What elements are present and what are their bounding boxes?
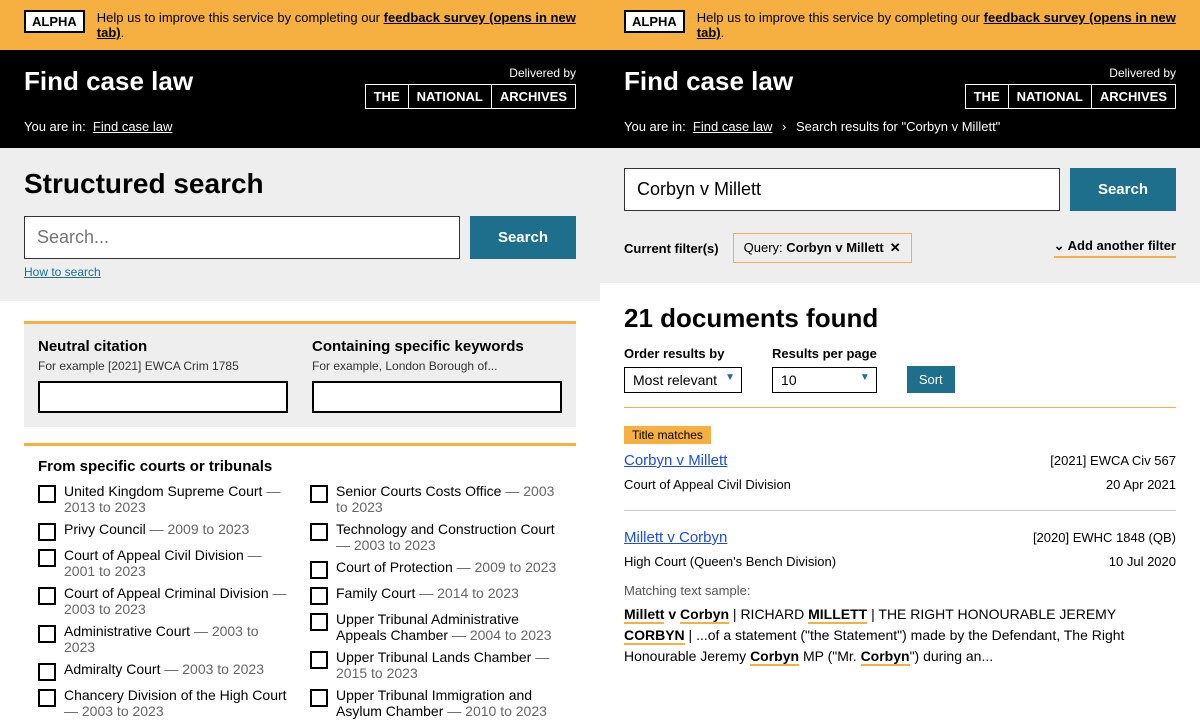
header: Find case law Delivered by THE NATIONAL … [0,50,600,148]
alpha-banner: ALPHA Help us to improve this service by… [600,0,1200,50]
checkbox[interactable] [310,587,328,605]
search-result: Title matches Corbyn v Millett [2021] EW… [624,408,1176,511]
delivered-by: Delivered by [365,66,576,80]
breadcrumb: You are in: Find case law [24,119,576,134]
neutral-citation-input[interactable] [38,381,288,413]
breadcrumb-home[interactable]: Find case law [693,119,772,134]
court-item[interactable]: Upper Tribunal Immigration and Asylum Ch… [310,687,562,719]
search-button[interactable]: Search [1070,168,1176,211]
checkbox[interactable] [310,485,328,503]
alpha-tag: ALPHA [24,10,85,33]
checkbox[interactable] [310,561,328,579]
checkbox[interactable] [38,625,56,643]
result-date: 10 Jul 2020 [1109,554,1176,569]
filter-block: Neutral citation For example [2021] EWCA… [24,321,576,427]
breadcrumb-home[interactable]: Find case law [93,119,172,134]
checkbox[interactable] [310,523,328,541]
result-title-link[interactable]: Corbyn v Millett [624,452,727,469]
checkbox[interactable] [38,587,56,605]
court-item[interactable]: Administrative Court — 2003 to 2023 [38,623,290,655]
courts-heading: From specific courts or tribunals [38,458,562,475]
sort-button[interactable]: Sort [907,366,955,393]
checkbox[interactable] [310,651,328,669]
court-item[interactable]: United Kingdom Supreme Court — 2013 to 2… [38,483,290,515]
search-input[interactable] [624,168,1060,211]
result-date: 20 Apr 2021 [1106,477,1176,492]
delivered-by: Delivered by [965,66,1176,80]
alpha-banner: ALPHA Help us to improve this service by… [0,0,600,50]
keywords-label: Containing specific keywords [312,338,562,355]
court-item[interactable]: Admiralty Court — 2003 to 2023 [38,661,290,681]
court-item[interactable]: Technology and Construction Court — 2003… [310,521,562,553]
search-input[interactable] [24,216,460,259]
results-per-page-select[interactable]: 10 [772,367,877,393]
courts-block: From specific courts or tribunals United… [24,443,576,725]
court-item[interactable]: Court of Protection — 2009 to 2023 [310,559,562,579]
filter-chip[interactable]: Query: Corbyn v Millett✕ [733,233,912,263]
court-item[interactable]: Privy Council — 2009 to 2023 [38,521,290,541]
tna-logo: THE NATIONAL ARCHIVES [965,84,1176,109]
close-icon[interactable]: ✕ [890,240,901,255]
breadcrumb: You are in: Find case law › Search resul… [624,119,1176,134]
chevron-down-icon: ⌄ [1054,238,1068,253]
alpha-text: Help us to improve this service by compl… [97,10,576,40]
result-court: Court of Appeal Civil Division [624,477,791,492]
results-heading: 21 documents found [624,303,1176,334]
checkbox[interactable] [310,689,328,707]
current-filters-label: Current filter(s) [624,241,719,256]
snippet-label: Matching text sample: [624,583,1176,598]
add-filter-button[interactable]: ⌄ Add another filter [1054,238,1176,258]
chevron-right-icon: › [782,119,786,134]
header: Find case law Delivered by THE NATIONAL … [600,50,1200,148]
result-citation: [2020] EWHC 1848 (QB) [1033,530,1176,545]
court-item[interactable]: Court of Appeal Criminal Division — 2003… [38,585,290,617]
court-item[interactable]: Family Court — 2014 to 2023 [310,585,562,605]
checkbox[interactable] [38,689,56,707]
alpha-tag: ALPHA [624,10,685,33]
checkbox[interactable] [310,613,328,631]
site-title: Find case law [24,66,193,97]
site-title: Find case law [624,66,793,97]
court-item[interactable]: Upper Tribunal Lands Chamber — 2015 to 2… [310,649,562,681]
result-court: High Court (Queen's Bench Division) [624,554,836,569]
keywords-input[interactable] [312,381,562,413]
court-item[interactable]: Court of Appeal Civil Division — 2001 to… [38,547,290,579]
result-title-link[interactable]: Millett v Corbyn [624,529,727,546]
search-result: Millett v Corbyn [2020] EWHC 1848 (QB) H… [624,511,1176,685]
title-matches-badge: Title matches [624,426,711,444]
order-by-label: Order results by [624,346,742,361]
court-item[interactable]: Upper Tribunal Administrative Appeals Ch… [310,611,562,643]
snippet: Millett v Corbyn | RICHARD MILLETT | THE… [624,604,1176,667]
neutral-citation-label: Neutral citation [38,338,288,355]
results-per-page-label: Results per page [772,346,877,361]
page-title: Structured search [24,168,576,200]
alpha-text: Help us to improve this service by compl… [697,10,1176,40]
tna-logo: THE NATIONAL ARCHIVES [365,84,576,109]
court-item[interactable]: Chancery Division of the High Court — 20… [38,687,290,719]
court-item[interactable]: Senior Courts Costs Office — 2003 to 202… [310,483,562,515]
search-button[interactable]: Search [470,216,576,259]
result-citation: [2021] EWCA Civ 567 [1050,453,1176,468]
checkbox[interactable] [38,485,56,503]
checkbox[interactable] [38,523,56,541]
checkbox[interactable] [38,663,56,681]
order-by-select[interactable]: Most relevant [624,367,742,393]
breadcrumb-current: Search results for "Corbyn v Millett" [796,119,1000,134]
how-to-search-link[interactable]: How to search [24,265,101,279]
checkbox[interactable] [38,549,56,567]
